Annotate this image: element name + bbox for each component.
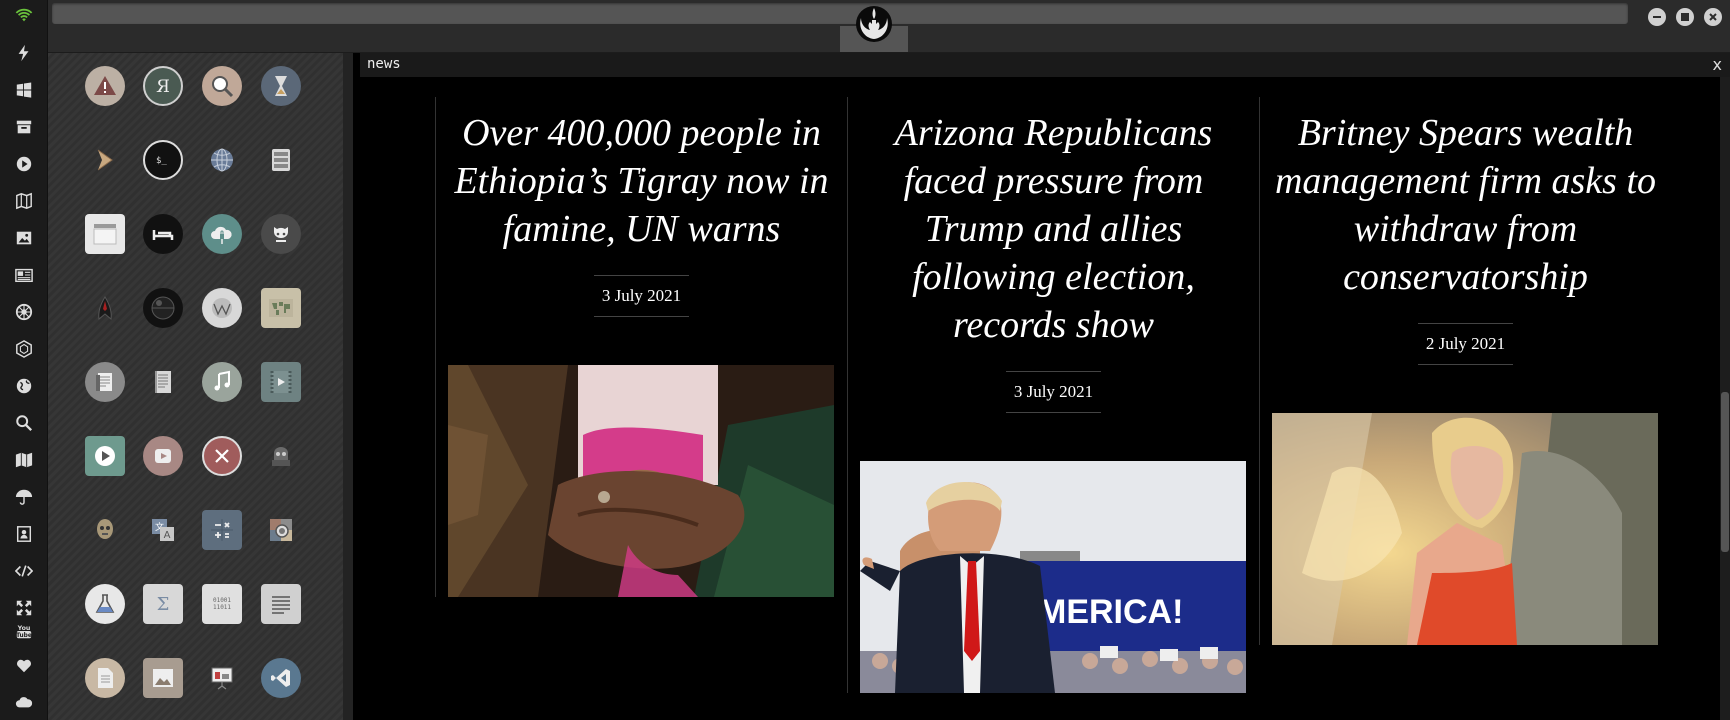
newspaper-icon[interactable] [12,263,36,287]
map-book-icon[interactable] [12,189,36,213]
c3po-icon[interactable] [85,510,125,550]
svg-text:11011: 11011 [213,604,231,611]
article-date: 3 July 2021 [593,275,690,317]
article-image[interactable]: MERICA! [860,461,1246,693]
terminal-icon[interactable]: $_ [143,140,183,180]
window-title: news [367,56,401,72]
translate-icon[interactable]: 文A [143,510,183,550]
world-map-icon[interactable] [261,288,301,328]
document-icon[interactable] [143,362,183,402]
archive-icon[interactable] [12,115,36,139]
expand-icon[interactable] [12,596,36,620]
top-bar [48,0,1730,53]
globe-icon[interactable] [12,374,36,398]
image-icon[interactable] [12,226,36,250]
launcher-scrollbar[interactable] [343,53,353,720]
camera-icon[interactable] [261,510,301,550]
death-star-icon[interactable] [143,288,183,328]
article-image[interactable] [1272,413,1658,645]
book-icon[interactable] [85,362,125,402]
news-scrollbar-thumb[interactable] [1721,392,1729,552]
video-camera-icon[interactable] [143,436,183,476]
terminal-arrow-icon[interactable] [85,140,125,180]
rebel-alliance-icon[interactable] [854,4,894,44]
heart-icon[interactable] [12,653,36,677]
top-input-bar[interactable] [52,3,1628,24]
server-icon[interactable] [261,140,301,180]
empire-icon[interactable] [12,300,36,324]
contacts-icon[interactable] [12,522,36,546]
article-card[interactable]: Over 400,000 people in Ethiopia’s Tigray… [435,97,847,597]
code-icon[interactable] [12,559,36,583]
article-title[interactable]: Arizona Republicans faced pressure from … [848,97,1259,349]
maximize-button[interactable] [1676,8,1694,26]
youtube-icon[interactable]: You Tube [12,619,36,643]
wifi-icon[interactable] [12,4,36,28]
news-content: Over 400,000 people in Ethiopia’s Tigray… [360,77,1720,720]
hexagon-icon[interactable] [12,337,36,361]
hourglass-icon[interactable] [261,66,301,106]
svg-text:$_: $_ [156,156,167,166]
warning-icon[interactable] [85,66,125,106]
search-icon[interactable] [12,411,36,435]
rally-sign-text: MERICA! [1038,593,1183,631]
article-title[interactable]: Over 400,000 people in Ethiopia’s Tigray… [436,97,847,253]
minimize-button[interactable] [1648,8,1666,26]
umbrella-icon[interactable] [12,485,36,509]
power-icon[interactable] [12,41,36,65]
cloud-lock-icon[interactable] [202,214,242,254]
droid-icon[interactable] [261,436,301,476]
article-card[interactable]: Britney Spears wealth management firm as… [1259,97,1671,645]
map-icon[interactable] [12,448,36,472]
svg-text:Я: Я [156,77,170,97]
play-icon[interactable] [12,152,36,176]
picture-icon[interactable] [143,658,183,698]
presentation-icon[interactable] [202,658,242,698]
yandex-icon[interactable]: Я [143,66,183,106]
cloud-icon[interactable] [12,690,36,714]
app-launcher-panel: Я $_ 文 A Σ 01001 11011 [48,53,353,720]
svg-text:01001: 01001 [213,597,231,604]
wikipedia-icon[interactable] [202,288,242,328]
binary-icon[interactable]: 01001 11011 [202,584,242,624]
article-date: 2 July 2021 [1417,323,1514,365]
left-icon-bar: You Tube [0,0,48,720]
bed-icon[interactable] [143,214,183,254]
article-title[interactable]: Britney Spears wealth management firm as… [1260,97,1671,301]
globe-app-icon[interactable] [202,140,242,180]
close-window-button[interactable] [1704,8,1722,26]
svg-text:Σ: Σ [157,594,170,615]
music-icon[interactable] [202,362,242,402]
flask-icon[interactable] [85,584,125,624]
github-icon[interactable] [261,214,301,254]
svg-text:Tube: Tube [16,633,32,639]
svg-text:A: A [164,530,171,541]
news-window-titlebar: news x [360,53,1730,77]
file-icon[interactable] [85,658,125,698]
article-card[interactable]: Arizona Republicans faced pressure from … [847,97,1259,693]
text-icon[interactable] [261,584,301,624]
magnifier-icon[interactable] [202,66,242,106]
sigma-icon[interactable]: Σ [143,584,183,624]
calculator-icon[interactable] [202,510,242,550]
play-button-icon[interactable] [85,436,125,476]
vscode-icon[interactable] [261,658,301,698]
video-icon[interactable] [261,362,301,402]
close-icon[interactable]: x [1713,55,1722,74]
starfleet-icon[interactable] [85,288,125,328]
windows-icon[interactable] [12,78,36,102]
x-circle-icon[interactable] [202,436,242,476]
article-date: 3 July 2021 [1005,371,1102,413]
window-icon[interactable] [85,214,125,254]
article-image[interactable] [448,365,834,597]
